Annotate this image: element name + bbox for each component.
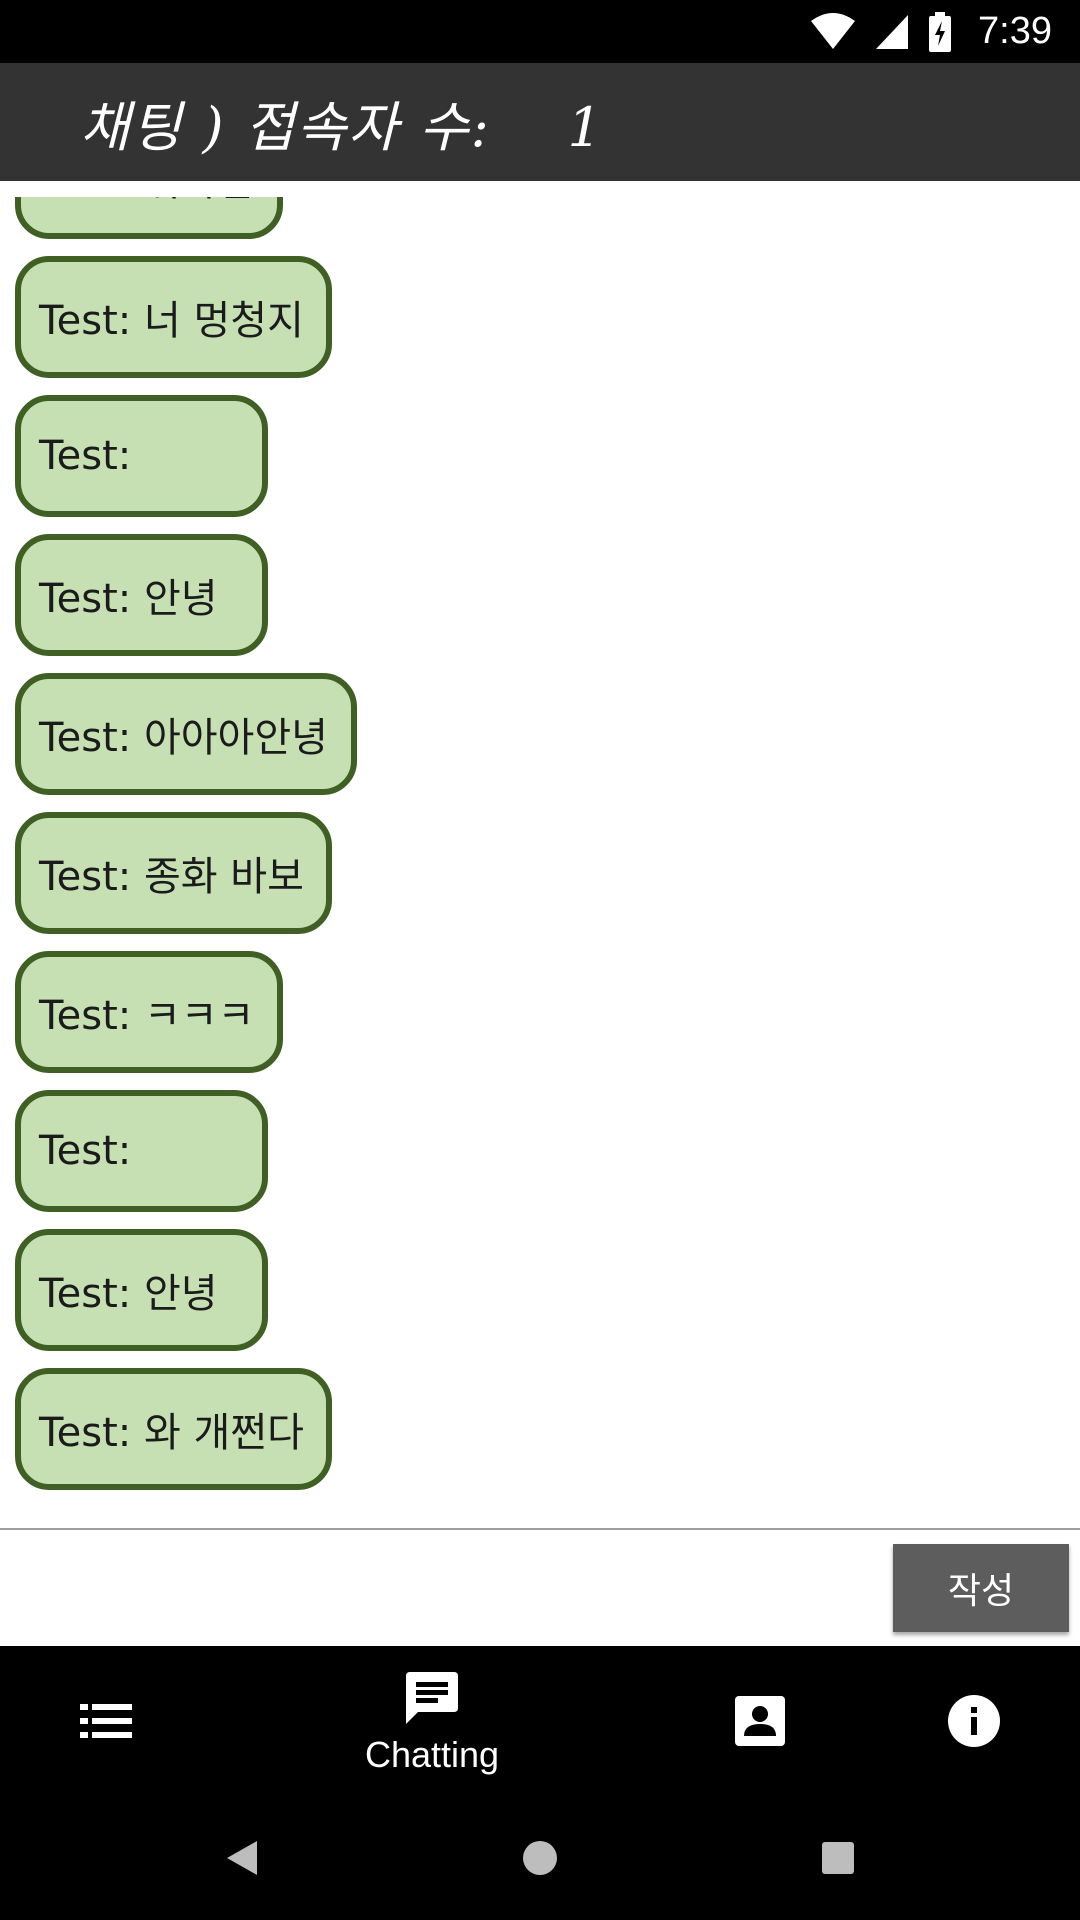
list-icon [80, 1704, 132, 1742]
nav-item-info[interactable] [924, 1646, 1024, 1800]
write-button[interactable]: 작성 [893, 1544, 1069, 1632]
contact-icon [735, 1696, 785, 1750]
title-bar: 채팅 ) 접속자 수: 1 [0, 63, 1080, 181]
chat-bubble: Test: 와 개쩐다 [15, 1368, 332, 1490]
recents-icon [821, 1841, 855, 1879]
system-navigation-bar [0, 1800, 1080, 1920]
cell-signal-icon [874, 13, 910, 51]
nav-item-chatting[interactable]: Chatting [332, 1646, 532, 1800]
chat-bubble: Test: 너 멍청지 [15, 256, 332, 378]
nav-item-contacts[interactable] [710, 1646, 810, 1800]
recents-button[interactable] [808, 1830, 868, 1890]
home-button[interactable] [510, 1830, 570, 1890]
bottom-navigation: Chatting [0, 1646, 1080, 1800]
battery-charging-icon [928, 11, 952, 52]
nav-item-list[interactable] [56, 1646, 156, 1800]
status-bar: 7:39 [0, 0, 1080, 63]
chat-bubble: Test: 종화 바보 [15, 812, 332, 934]
chat-bubble: Test: 안녕 [15, 534, 268, 656]
status-time: 7:39 [978, 10, 1052, 52]
message-composer: 작성 [0, 1530, 1080, 1646]
chat-bubble: Test: [15, 1090, 268, 1212]
status-icons: 7:39 [810, 0, 1052, 63]
chat-message-list[interactable]: Test: 뭐하심 Test: 너 멍청지 Test: Test: 안녕 Tes… [0, 197, 1080, 1529]
chat-bubble: Test: 안녕 [15, 1229, 268, 1351]
back-button[interactable] [212, 1830, 272, 1890]
back-icon [225, 1839, 259, 1881]
home-icon [522, 1840, 558, 1880]
chat-icon [404, 1670, 460, 1730]
info-icon [947, 1694, 1001, 1752]
chat-bubble: Test: 뭐하심 [15, 197, 283, 239]
wifi-icon [810, 12, 856, 51]
message-input[interactable] [0, 1530, 880, 1646]
page-title: 채팅 ) 접속자 수: 1 [80, 96, 604, 159]
chat-bubble: Test: ㅋㅋㅋ [15, 951, 283, 1073]
chat-bubble: Test: [15, 395, 268, 517]
nav-label-chatting: Chatting [364, 1734, 500, 1775]
chat-bubble: Test: 아아아안녕 [15, 673, 357, 795]
